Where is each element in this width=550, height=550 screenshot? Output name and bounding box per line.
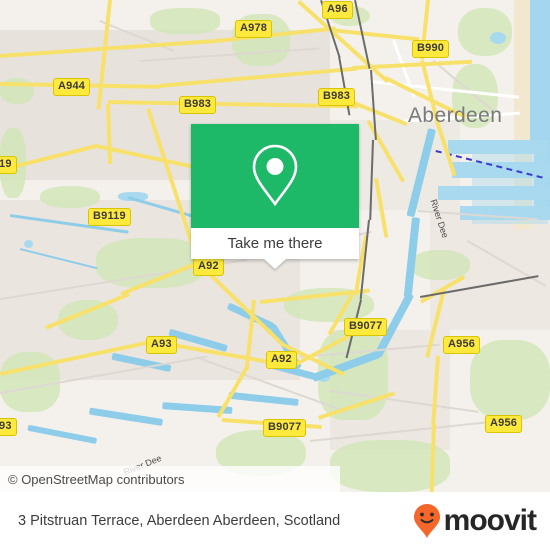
landuse-park — [470, 340, 550, 420]
road-shield-a956[interactable]: A956 — [443, 336, 481, 354]
map-canvas[interactable]: Aberdeen River Dee River Dee A96 A978 B9… — [0, 0, 550, 492]
road-shield-a978[interactable]: A978 — [235, 20, 273, 38]
bottom-bar: 3 Pitstruan Terrace, Aberdeen Aberdeen, … — [0, 492, 550, 550]
road-shield-a96[interactable]: A96 — [322, 1, 353, 19]
sea — [530, 0, 550, 150]
address-label: 3 Pitstruan Terrace, Aberdeen Aberdeen, … — [18, 513, 341, 529]
map-attribution[interactable]: © OpenStreetMap contributors — [0, 466, 340, 492]
landuse-park — [40, 186, 100, 208]
landuse-park — [150, 8, 220, 34]
road-shield-b983[interactable]: B983 — [179, 96, 217, 114]
map-screenshot: Aberdeen River Dee River Dee A96 A978 B9… — [0, 0, 550, 550]
landuse-park — [458, 8, 512, 56]
attribution-text: © OpenStreetMap contributors — [8, 471, 185, 487]
road-shield-clipped-93[interactable]: 93 — [0, 418, 17, 436]
place-label-aberdeen: Aberdeen — [408, 104, 503, 127]
popup-cta[interactable]: Take me there — [191, 228, 359, 259]
road-shield-b983[interactable]: B983 — [318, 88, 356, 106]
road-shield-a92[interactable]: A92 — [193, 258, 224, 276]
moovit-logo[interactable]: moovit — [412, 503, 537, 539]
road-shield-b9077[interactable]: B9077 — [344, 318, 388, 336]
road-shield-b990[interactable]: B990 — [412, 40, 450, 58]
road-shield-a93[interactable]: A93 — [146, 336, 177, 354]
road-shield-b9077[interactable]: B9077 — [263, 419, 307, 437]
road-shield-clipped-19[interactable]: 19 — [0, 156, 17, 174]
moovit-pin-smiley-icon — [413, 504, 440, 538]
map-pin-icon — [252, 144, 298, 207]
road-shield-a92[interactable]: A92 — [266, 351, 297, 369]
moovit-wordmark: moovit — [443, 504, 537, 537]
popup-tail — [264, 259, 286, 269]
lake — [490, 32, 506, 44]
road-shield-b9119[interactable]: B9119 — [88, 208, 131, 226]
location-popup-card[interactable]: Take me there — [191, 124, 359, 269]
popup-cta-label: Take me there — [227, 235, 323, 252]
road-shield-a944[interactable]: A944 — [53, 78, 91, 96]
lake — [24, 240, 33, 248]
road-shield-a956[interactable]: A956 — [485, 415, 523, 433]
popup-image-area — [191, 124, 359, 228]
